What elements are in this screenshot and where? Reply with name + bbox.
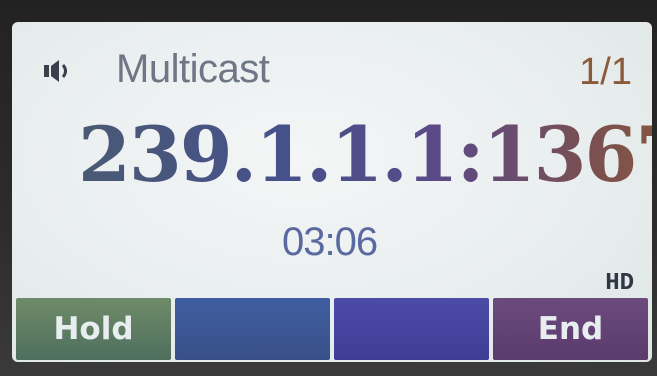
multicast-address: 239.1.1.1:1367 bbox=[78, 110, 652, 199]
softkey-2[interactable] bbox=[175, 298, 330, 360]
call-index: 1/1 bbox=[579, 51, 632, 93]
end-softkey[interactable]: End bbox=[493, 298, 648, 360]
hold-softkey[interactable]: Hold bbox=[16, 298, 171, 360]
line-name: Multicast bbox=[116, 47, 270, 91]
softkey-3[interactable] bbox=[334, 298, 489, 360]
phone-screen: Multicast 1/1 239.1.1.1:1367 03:06 HD Ho… bbox=[12, 22, 652, 362]
softkey-bar: Hold End bbox=[16, 298, 648, 360]
status-bar: Multicast 1/1 bbox=[42, 47, 632, 95]
hd-badge: HD bbox=[605, 270, 634, 297]
speaker-icon bbox=[42, 57, 82, 87]
call-timer: 03:06 bbox=[282, 220, 378, 264]
